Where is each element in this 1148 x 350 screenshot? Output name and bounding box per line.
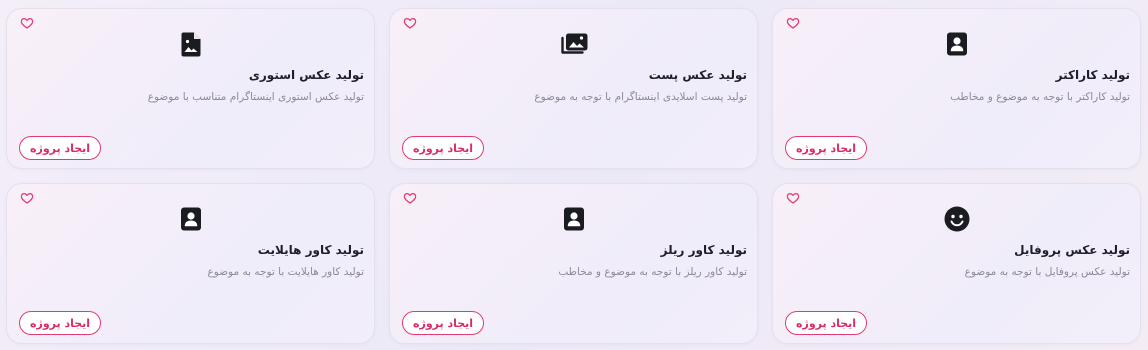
card-description: تولید کاور ریلز با توجه به موضوع و مخاطب xyxy=(558,266,747,278)
card-title: تولید عکس پروفایل xyxy=(1014,243,1130,257)
heart-icon[interactable] xyxy=(20,191,34,205)
card-title: تولید عکس پست xyxy=(648,68,747,82)
card-description: تولید عکس پروفایل با توجه به موضوع xyxy=(964,266,1130,278)
image-file-icon xyxy=(177,30,205,58)
create-project-button[interactable]: ایجاد پروژه xyxy=(785,311,868,335)
portrait-icon xyxy=(560,205,588,233)
create-project-button[interactable]: ایجاد پروژه xyxy=(19,136,102,160)
card-character[interactable]: تولید کاراکتر تولید کاراکتر با توجه به م… xyxy=(772,8,1141,169)
create-project-button[interactable]: ایجاد پروژه xyxy=(19,311,102,335)
card-description: تولید پست اسلایدی اینستاگرام با توجه به … xyxy=(534,91,747,103)
card-title: تولید کاراکتر xyxy=(1055,68,1130,82)
card-title: تولید عکس استوری xyxy=(248,68,364,82)
card-profile-image[interactable]: تولید عکس پروفایل تولید عکس پروفایل با ت… xyxy=(772,183,1141,344)
photo-library-icon xyxy=(560,30,588,58)
card-post-image[interactable]: تولید عکس پست تولید پست اسلایدی اینستاگر… xyxy=(389,8,758,169)
create-project-button[interactable]: ایجاد پروژه xyxy=(402,311,485,335)
heart-icon[interactable] xyxy=(786,16,800,30)
create-project-button[interactable]: ایجاد پروژه xyxy=(402,136,485,160)
card-description: تولید عکس استوری اینستاگرام متناسب با مو… xyxy=(147,91,364,103)
heart-icon[interactable] xyxy=(403,191,417,205)
heart-icon[interactable] xyxy=(786,191,800,205)
portrait-icon xyxy=(943,30,971,58)
tools-grid: تولید کاراکتر تولید کاراکتر با توجه به م… xyxy=(0,0,1148,350)
create-project-button[interactable]: ایجاد پروژه xyxy=(785,136,868,160)
card-reels-cover[interactable]: تولید کاور ریلز تولید کاور ریلز با توجه … xyxy=(389,183,758,344)
card-description: تولید کاراکتر با توجه به موضوع و مخاطب xyxy=(950,91,1130,103)
card-story-image[interactable]: تولید عکس استوری تولید عکس استوری اینستا… xyxy=(6,8,375,169)
card-highlight-cover[interactable]: تولید کاور هایلایت تولید کاور هایلایت با… xyxy=(6,183,375,344)
card-description: تولید کاور هایلایت با توجه به موضوع xyxy=(207,266,364,278)
card-title: تولید کاور ریلز xyxy=(660,243,747,257)
card-title: تولید کاور هایلایت xyxy=(257,243,364,257)
heart-icon[interactable] xyxy=(403,16,417,30)
smiley-face-icon xyxy=(943,205,971,233)
portrait-icon xyxy=(177,205,205,233)
heart-icon[interactable] xyxy=(20,16,34,30)
